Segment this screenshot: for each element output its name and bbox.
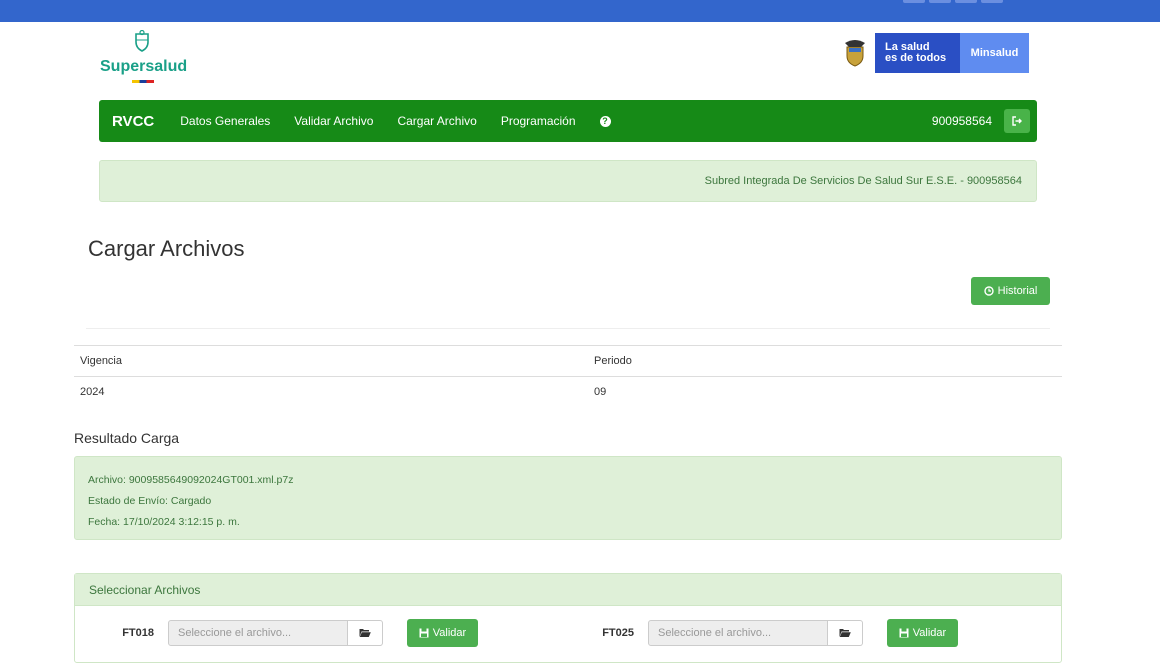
question-circle-icon[interactable]: ? — [599, 115, 611, 127]
nav-cargar-archivo[interactable]: Cargar Archivo — [397, 114, 476, 128]
top-bar-tab — [929, 0, 951, 3]
coat-of-arms-icon — [135, 30, 149, 52]
result-fecha: Fecha: 17/10/2024 3:12:15 p. m. — [88, 516, 240, 528]
nav-programacion[interactable]: Programación — [501, 114, 576, 128]
validate-label: Validar — [912, 627, 947, 639]
panel-heading: Seleccionar Archivos — [75, 574, 1061, 606]
entity-info-bar: Subred Integrada De Servicios De Salud S… — [99, 160, 1037, 202]
brand-name: Supersalud — [100, 58, 188, 75]
file-row-ft025: FT025 Seleccione el archivo... Validar — [555, 619, 958, 647]
browse-button[interactable] — [348, 620, 383, 646]
nav-datos-generales[interactable]: Datos Generales — [180, 114, 270, 128]
table-header-row: Vigencia Periodo — [74, 345, 1062, 376]
history-label: Historial — [997, 285, 1038, 297]
sign-out-icon — [1012, 116, 1022, 126]
navbar-brand[interactable]: RVCC — [112, 113, 154, 130]
main-navbar: RVCC Datos Generales Validar Archivo Car… — [99, 100, 1037, 142]
folder-open-icon — [359, 629, 371, 637]
result-archivo: Archivo: 9009585649092024GT001.xml.p7z — [88, 474, 294, 486]
history-button[interactable]: Historial — [971, 277, 1050, 305]
file-input[interactable]: Seleccione el archivo... — [168, 620, 348, 646]
validate-button[interactable]: Validar — [407, 619, 478, 647]
period-table: Vigencia Periodo 2024 09 — [74, 345, 1062, 407]
divider — [86, 328, 1050, 329]
national-seal-icon — [835, 33, 875, 73]
top-bar — [0, 0, 1160, 22]
nav-validar-archivo[interactable]: Validar Archivo — [294, 114, 373, 128]
browse-button[interactable] — [828, 620, 863, 646]
table-row: 2024 09 — [74, 376, 1062, 407]
folder-open-icon — [839, 629, 851, 637]
cell-periodo: 09 — [594, 386, 607, 398]
file-input[interactable]: Seleccione el archivo... — [648, 620, 828, 646]
ministry-label: Minsalud — [960, 33, 1029, 73]
header-periodo: Periodo — [594, 355, 632, 367]
flag-underline — [132, 80, 154, 83]
logout-button[interactable] — [1004, 109, 1030, 133]
result-title: Resultado Carga — [74, 430, 180, 446]
cell-vigencia: 2024 — [80, 386, 105, 398]
result-alert: Archivo: 9009585649092024GT001.xml.p7z E… — [74, 456, 1062, 540]
file-code: FT025 — [602, 627, 634, 639]
header-vigencia: Vigencia — [80, 355, 122, 367]
save-icon — [899, 628, 909, 638]
save-icon — [419, 628, 429, 638]
government-banner[interactable]: La salud es de todos Minsalud — [835, 33, 1029, 73]
page-title: Cargar Archivos — [88, 236, 245, 261]
clock-icon — [983, 286, 994, 296]
result-estado: Estado de Envío: Cargado — [88, 495, 212, 507]
file-row-ft018: FT018 Seleccione el archivo... Validar — [75, 619, 478, 647]
validate-button[interactable]: Validar — [887, 619, 958, 647]
validate-label: Validar — [432, 627, 467, 639]
top-bar-tab — [981, 0, 1003, 3]
supersalud-logo[interactable]: Supersalud — [100, 30, 200, 86]
top-bar-tab — [955, 0, 977, 3]
file-code: FT018 — [122, 627, 154, 639]
slogan: La salud es de todos — [875, 33, 960, 73]
slogan-line-2: es de todos — [885, 52, 947, 64]
entity-name: Subred Integrada De Servicios De Salud S… — [704, 175, 1022, 187]
user-id: 900958564 — [931, 114, 992, 128]
top-bar-tab — [903, 0, 925, 3]
